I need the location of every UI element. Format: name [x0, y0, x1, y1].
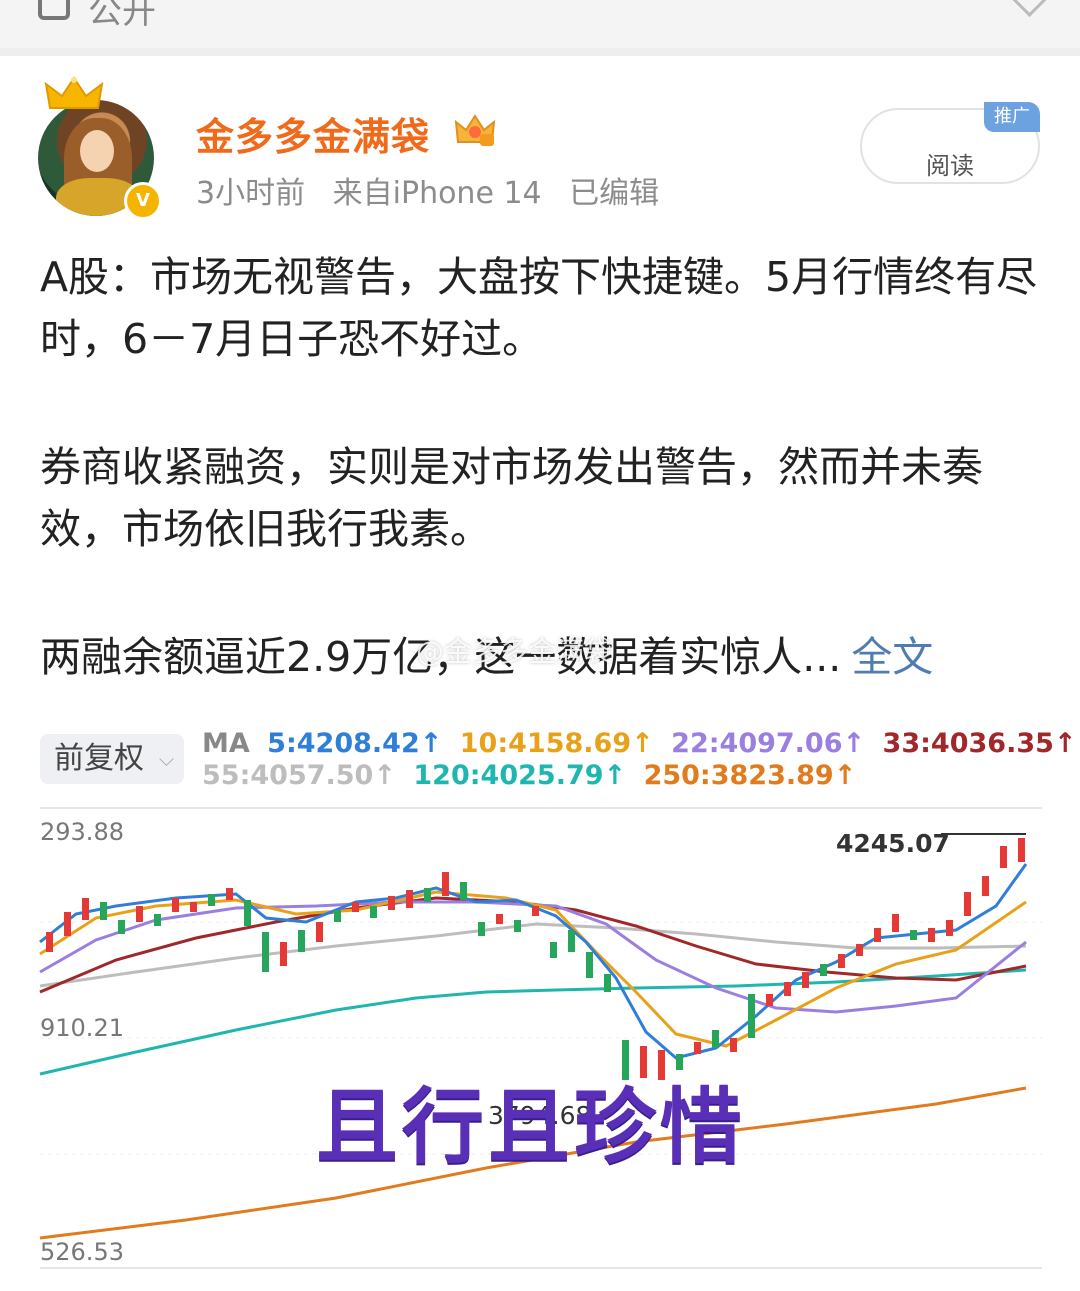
candles: [46, 838, 1025, 1080]
chevron-down-icon: ⌵: [158, 747, 174, 771]
post-edited[interactable]: 已编辑: [569, 176, 659, 211]
adjust-type-dropdown[interactable]: 前复权 ⌵: [40, 734, 184, 784]
post-time: 3小时前: [196, 176, 306, 211]
public-checkbox[interactable]: [38, 0, 70, 20]
ma120-value: 120:4025.79↑: [413, 760, 627, 791]
post-paragraph-2: 券商收紧融资，实则是对市场发出警告，然而并未奏效，市场依旧我行我素。: [40, 436, 1040, 560]
ma250-value: 250:3823.89↑: [643, 760, 857, 791]
read-more-link[interactable]: 全文: [851, 633, 933, 681]
ma22-line: [39, 900, 1027, 1014]
high-mark-label: 4245.07: [836, 829, 950, 858]
ad-tag: 推广: [984, 102, 1040, 132]
chevron-down-icon[interactable]: [1008, 0, 1051, 18]
avatar[interactable]: V: [38, 76, 162, 220]
price-label-mid: 910.21: [40, 1014, 124, 1042]
post-source: 来自iPhone 14: [332, 176, 542, 211]
ma55-value: 55:4057.50↑: [202, 760, 396, 791]
paragraph-1-text: A股：市场无视警告，大盘按下快捷键。5月行情终有尽时，6－7月日子恐不好过。: [40, 253, 1038, 363]
vip-crown-icon[interactable]: [454, 112, 496, 148]
read-button[interactable]: 推广 阅读: [860, 102, 1040, 184]
price-label-bottom: 526.53: [40, 1238, 124, 1266]
visibility-bar: 公开: [0, 0, 1080, 48]
post-meta: 3小时前 来自iPhone 14 已编辑: [196, 168, 677, 212]
chart-image[interactable]: 前复权 ⌵ MA 5:4208.42↑ 10:4158.69↑ 22:4097.…: [36, 716, 1077, 1280]
verified-badge-icon: V: [124, 182, 162, 220]
section-divider: [0, 48, 1080, 56]
overlay-title: 且行且珍惜: [316, 1080, 747, 1175]
price-label-top: 293.88: [40, 818, 124, 846]
ma10-value: 10:4158.69↑: [459, 728, 654, 759]
ma-legend-row-2: 55:4057.50↑ 120:4025.79↑ 250:3823.89↑: [202, 760, 864, 791]
watermark: @金多多金满袋: [416, 635, 613, 668]
candlestick-chart: 293.88 910.21 526.53 4245.07 3794.68: [39, 807, 1042, 1269]
public-label: 公开: [88, 0, 156, 32]
post-paragraph-1: A股：市场无视警告，大盘按下快捷键。5月行情终有尽时，6－7月日子恐不好过。: [40, 246, 1040, 370]
read-button-label: 阅读: [926, 152, 974, 180]
ma120-line: [39, 968, 1027, 1076]
ma-legend-row-1: MA 5:4208.42↑ 10:4158.69↑ 22:4097.06↑ 33…: [202, 728, 1080, 759]
adjust-type-label: 前复权: [54, 741, 144, 776]
paragraph-2-text: 券商收紧融资，实则是对市场发出警告，然而并未奏效，市场依旧我行我素。: [40, 443, 983, 553]
username[interactable]: 金多多金满袋: [196, 106, 430, 161]
ma5-value: 5:4208.42↑: [267, 728, 443, 759]
ma5-line: [39, 863, 1028, 1060]
crown-icon: [44, 76, 104, 109]
ma-prefix: MA: [202, 728, 250, 759]
ma22-value: 22:4097.06↑: [671, 728, 866, 759]
ma33-value: 33:4036.35↑: [882, 728, 1077, 759]
